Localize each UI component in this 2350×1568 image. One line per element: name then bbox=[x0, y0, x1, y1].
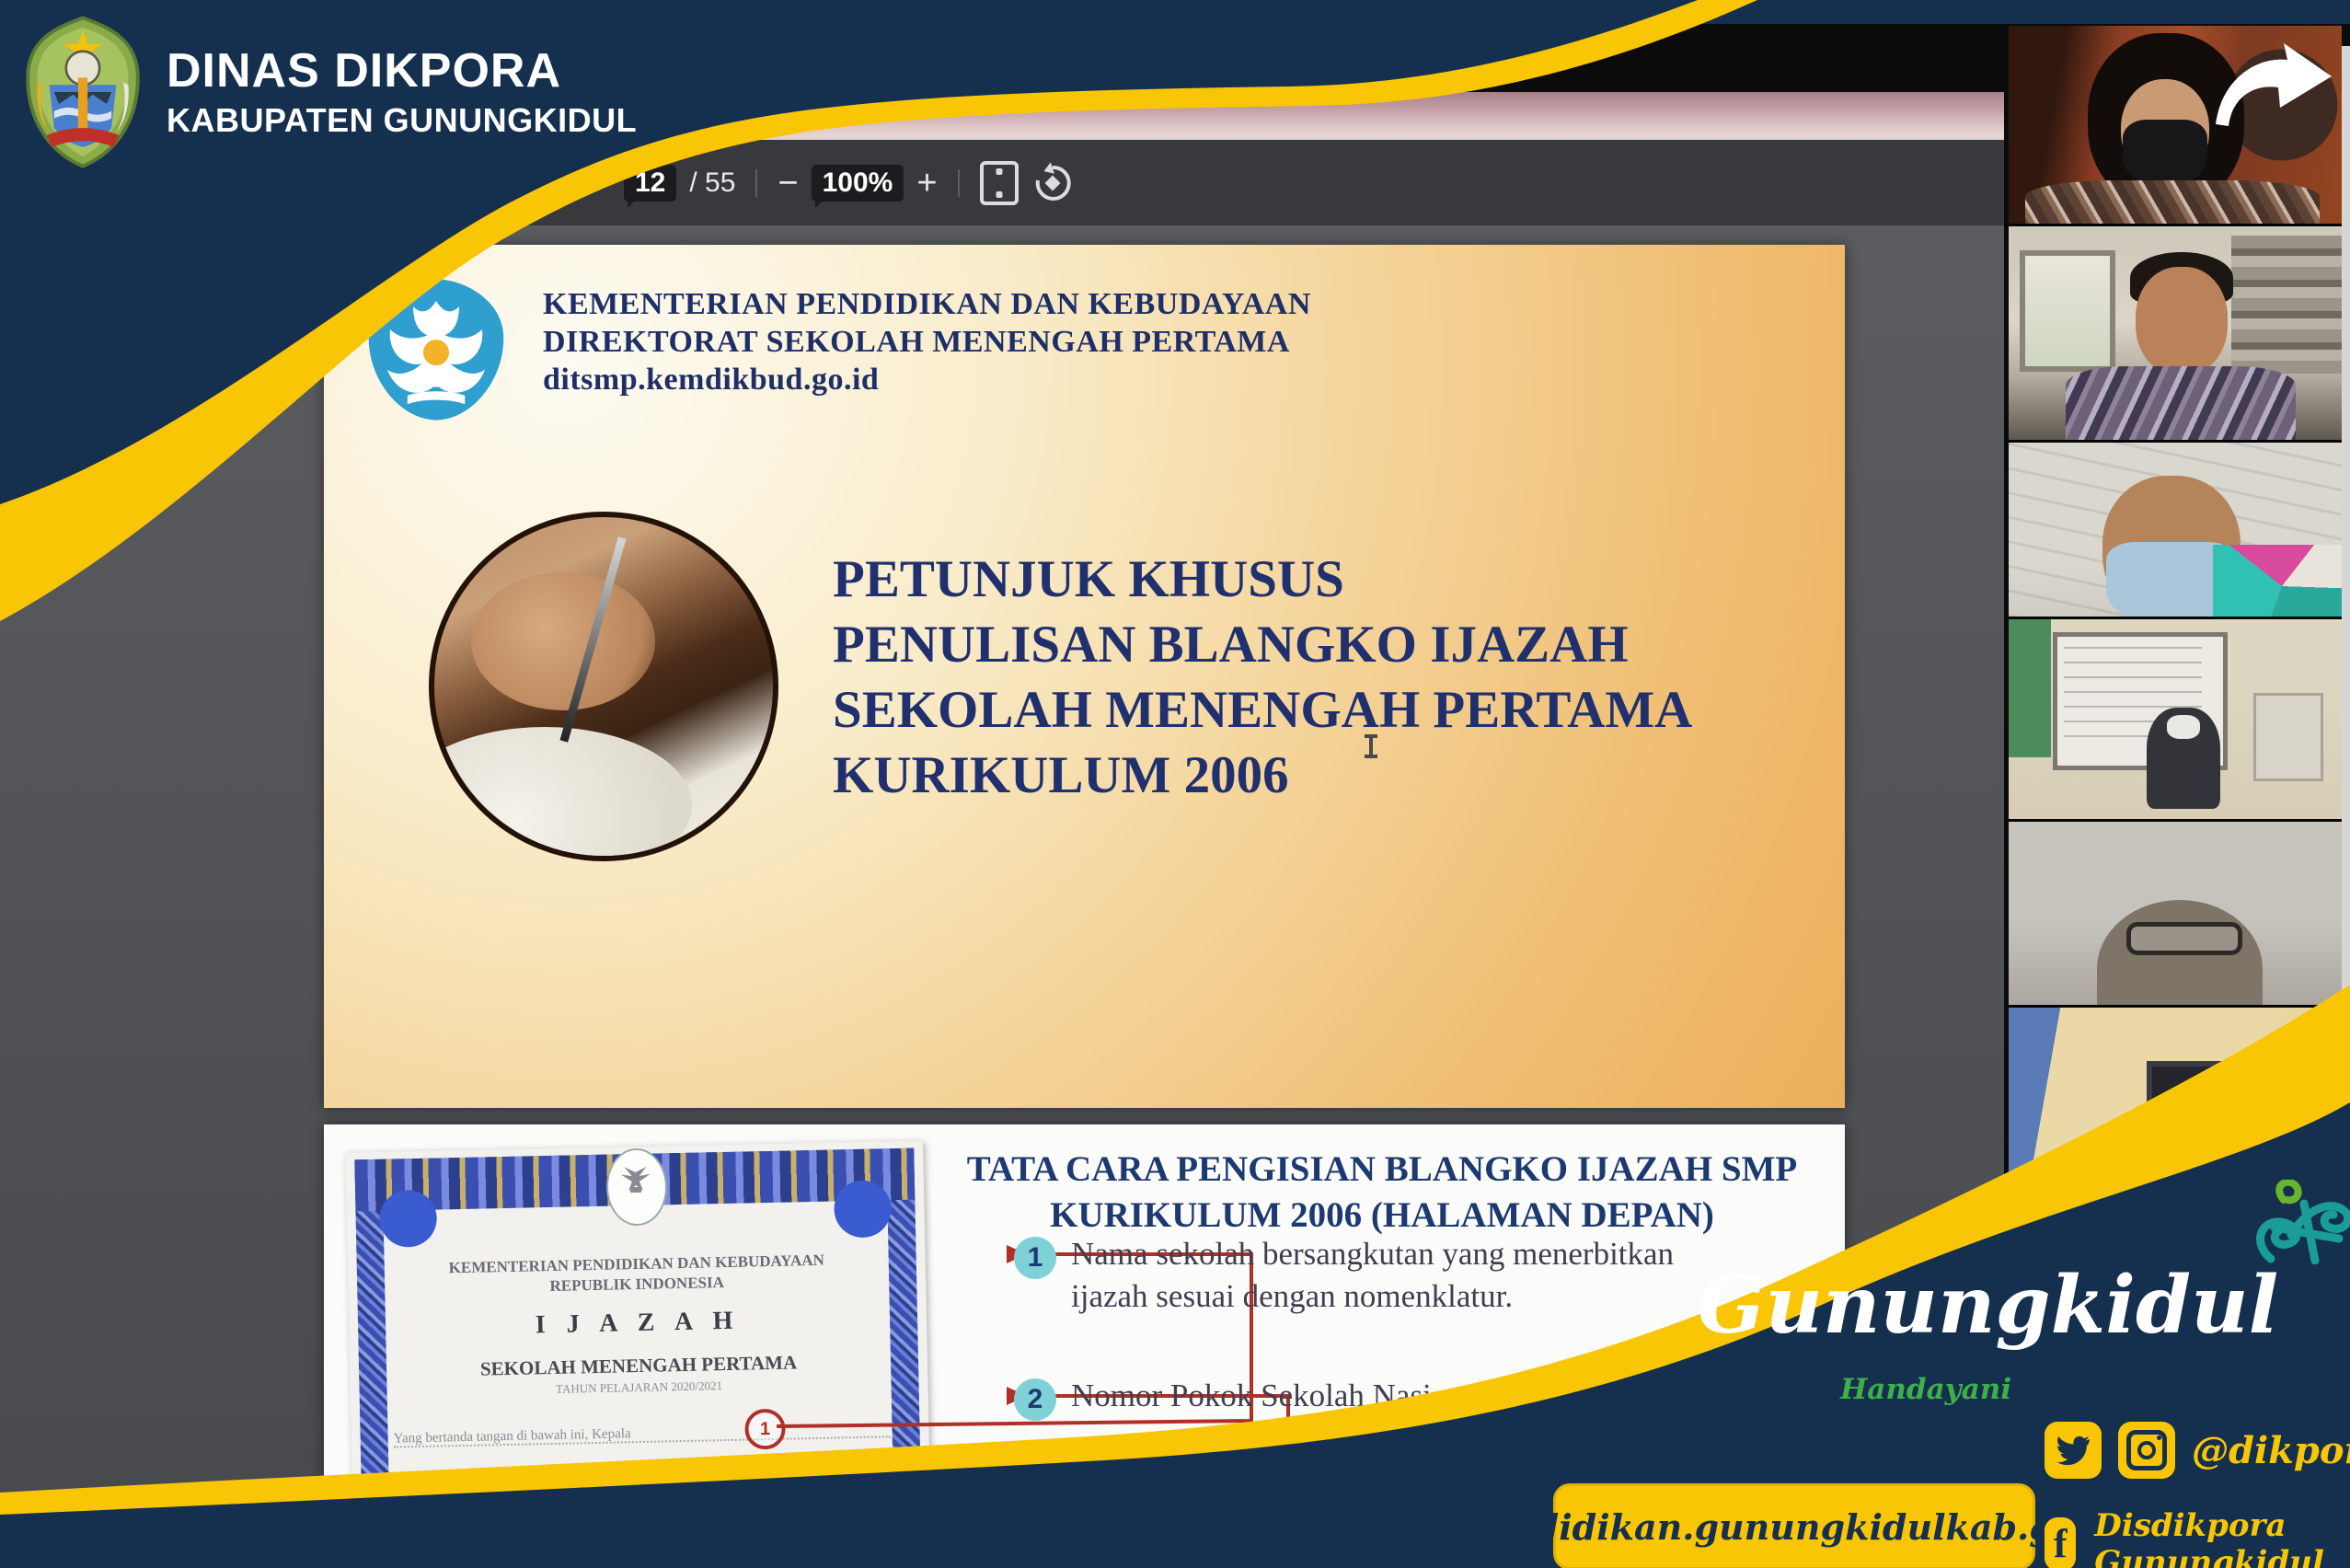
sidebar-scrollbar[interactable] bbox=[2342, 46, 2350, 1568]
zoom-out-button[interactable]: − bbox=[778, 166, 798, 201]
twitter-icon[interactable] bbox=[2045, 1422, 2102, 1479]
social-row-twitter-instagram: @dikpora_gk bbox=[2045, 1422, 2350, 1479]
slide2-heading: TATA CARA PENGISIAN BLANGKO IJAZAH SMP K… bbox=[931, 1147, 1833, 1239]
facebook-name: Disdikpora Gunungkidul bbox=[2094, 1507, 2350, 1568]
text-cursor bbox=[1369, 734, 1373, 758]
ijazah-certificate-image: KEMENTERIAN PENDIDIKAN DAN KEBUDAYAAN RE… bbox=[345, 1140, 932, 1568]
toolbar-divider bbox=[755, 169, 757, 197]
ministry-line-2: DIREKTORAT SEKOLAH MENENGAH PERTAMA bbox=[543, 323, 1311, 361]
social-row-facebook: f Disdikpora Gunungkidul bbox=[2045, 1507, 2350, 1568]
share-icon[interactable] bbox=[2208, 40, 2337, 132]
slide-ministry-header: KEMENTERIAN PENDIDIKAN DAN KEBUDAYAAN DI… bbox=[543, 285, 1311, 398]
list-badge-3: 3 bbox=[1014, 1481, 1056, 1523]
zoom-level-input[interactable]: 100% bbox=[812, 165, 904, 202]
footer-tagline: Handayani bbox=[1840, 1373, 2011, 1406]
ministry-line-1: KEMENTERIAN PENDIDIKAN DAN KEBUDAYAAN bbox=[543, 285, 1311, 323]
page-number-input[interactable]: 12 bbox=[624, 165, 676, 202]
participant-video[interactable] bbox=[2009, 619, 2342, 819]
rotate-icon[interactable] bbox=[1031, 162, 1074, 204]
instagram-icon[interactable] bbox=[2118, 1422, 2175, 1479]
participant-video[interactable] bbox=[2009, 226, 2342, 440]
social-handle: @dikpora_gk bbox=[2192, 1429, 2350, 1472]
slide-title: PETUNJUK KHUSUS PENULISAN BLANGKO IJAZAH… bbox=[833, 547, 1692, 808]
list-item: Nama sekolah bersangkutan yang menerbitk… bbox=[1071, 1233, 1674, 1318]
ministry-line-3: ditsmp.kemdikbud.go.id bbox=[543, 361, 1311, 398]
video-conference-frame: 12 / 55 − 100% + bbox=[0, 0, 2350, 1568]
participant-video[interactable] bbox=[2009, 443, 2342, 617]
tut-wuri-handayani-logo bbox=[364, 276, 508, 423]
certificate-field-suffix: menerangkan bahwa bbox=[741, 1560, 855, 1568]
participant-video[interactable] bbox=[2009, 822, 2342, 1005]
page-total-label: / 55 bbox=[689, 167, 735, 199]
list-badge-1: 1 bbox=[1014, 1237, 1056, 1279]
footer-brand-script: Gunungkidul bbox=[1698, 1259, 2305, 1352]
header-brand: DINAS DIKPORA KABUPATEN GUNUNGKIDUL bbox=[23, 15, 637, 169]
pdf-page-current: KEMENTERIAN PENDIDIKAN DAN KEBUDAYAAN DI… bbox=[324, 245, 1845, 1108]
hand-writing-photo bbox=[429, 512, 778, 861]
gunungkidul-crest bbox=[23, 15, 143, 169]
certificate-field-label: Kabupaten/Kota bbox=[396, 1539, 487, 1556]
list-badge-2: 2 bbox=[1014, 1378, 1056, 1421]
list-item: Nomor Pokok Sekolah Nasional (NPSN) bbox=[1071, 1375, 1599, 1417]
agency-region: KABUPATEN GUNUNGKIDUL bbox=[167, 104, 637, 137]
facebook-icon[interactable]: f bbox=[2045, 1517, 2076, 1568]
zoom-in-button[interactable]: + bbox=[916, 166, 937, 201]
fit-page-icon[interactable] bbox=[980, 161, 1019, 205]
gk-monogram-ornament bbox=[2243, 1180, 2350, 1264]
agency-name: DINAS DIKPORA bbox=[167, 47, 637, 95]
toolbar-divider bbox=[958, 169, 960, 197]
website-banner[interactable]: pendidikan.gunungkidulkab.go.id bbox=[1553, 1483, 2035, 1568]
